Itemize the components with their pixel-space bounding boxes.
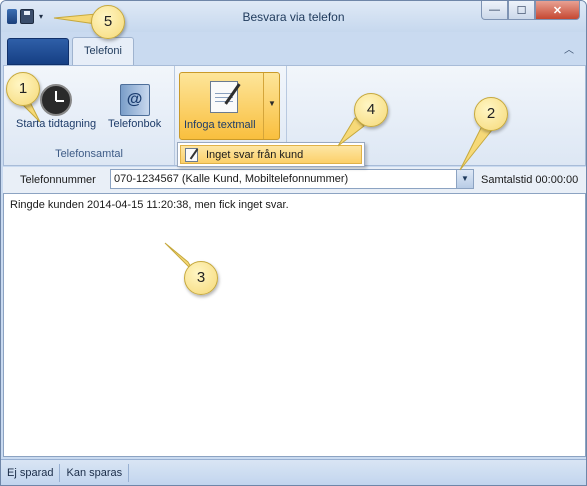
clock-icon [40,84,73,116]
phone-number-value: 070-1234567 (Kalle Kund, Mobiltelefonnum… [114,173,349,185]
maximize-button[interactable]: ☐ [508,1,535,20]
callout-1: 1 [6,72,40,106]
callout-4: 4 [354,93,388,127]
collapse-ribbon-icon[interactable]: ︿ [564,41,574,56]
phonebook-button[interactable]: @ Telefonbok [108,84,161,130]
phone-number-label: Telefonnummer [20,174,96,186]
call-duration: Samtalstid 00:00:00 [481,174,579,186]
status-bar: Ej sparad Kan sparas [1,459,586,485]
status-can-save: Kan sparas [60,463,130,482]
callout-2: 2 [474,97,508,131]
phone-row: Telefonnummer 070-1234567 (Kalle Kund, M… [3,167,586,193]
tab-telefoni[interactable]: Telefoni [72,37,134,65]
notes-text: Ringde kunden 2014-04-15 11:20:38, men f… [10,199,289,211]
callout-3: 3 [184,261,218,295]
notepad-icon [210,81,238,113]
menu-item-no-answer[interactable]: Inget svar från kund [180,145,362,164]
start-timer-label: Starta tidtagning [16,118,97,130]
ribbon-tabs: Telefoni ︿ [1,32,586,65]
close-button[interactable]: ✕ [535,1,580,20]
insert-template-button[interactable]: Infoga textmall ▼ [179,72,280,140]
template-menu: Inget svar från kund [177,142,365,167]
callout-5: 5 [91,5,125,39]
chevron-down-icon: ▼ [268,99,276,108]
notes-textarea[interactable]: Ringde kunden 2014-04-15 11:20:38, men f… [3,193,586,457]
insert-template-label: Infoga textmall [184,119,256,131]
window-controls: — ☐ ✕ [481,1,580,20]
address-book-icon: @ [119,84,150,116]
insert-template-dropdown[interactable]: ▼ [263,73,279,139]
title-bar: ▾ Besvara via telefon — ☐ ✕ [1,1,586,32]
menu-item-label: Inget svar från kund [206,148,304,161]
notepad-icon [185,147,198,162]
group-label-telefonsamtal: Telefonsamtal [55,148,123,160]
combo-dropdown-icon[interactable]: ▼ [456,170,473,188]
app-window: ▾ Besvara via telefon — ☐ ✕ Telefoni ︿ S… [0,0,587,486]
tab-file[interactable] [7,38,69,65]
status-saved: Ej sparad [1,463,61,482]
phone-number-select[interactable]: 070-1234567 (Kalle Kund, Mobiltelefonnum… [110,169,474,189]
minimize-button[interactable]: — [481,1,508,20]
phonebook-label: Telefonbok [108,118,162,130]
